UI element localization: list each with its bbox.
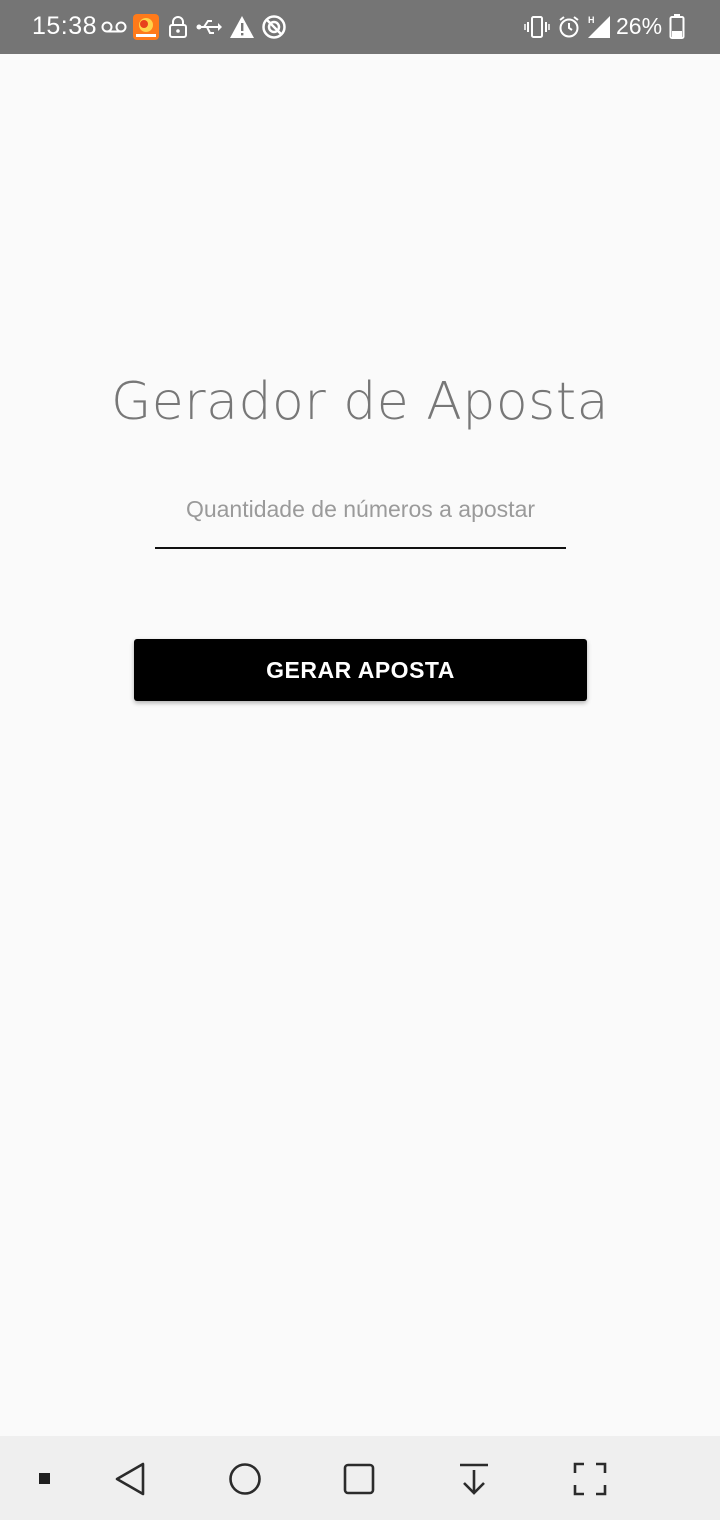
usb-icon: [196, 14, 222, 40]
fullscreen-icon[interactable]: [565, 1454, 615, 1504]
recents-icon[interactable]: [334, 1454, 384, 1504]
bet-quantity-field[interactable]: [155, 482, 566, 549]
svg-text:H: H: [588, 15, 595, 25]
voicemail-icon: [101, 14, 127, 40]
alarm-icon: [556, 14, 582, 40]
home-icon[interactable]: [220, 1454, 270, 1504]
vibrate-icon: [524, 14, 550, 40]
pull-down-icon[interactable]: [449, 1454, 499, 1504]
battery-percent: 26%: [616, 13, 663, 39]
status-bar: 15:38 H 26%: [0, 0, 720, 54]
navigation-bar: [0, 1436, 720, 1520]
bet-quantity-input[interactable]: [155, 482, 566, 547]
back-icon[interactable]: [105, 1454, 155, 1504]
page-title: Gerador de Aposta: [110, 372, 610, 432]
status-time: 15:38: [32, 12, 98, 40]
generate-bet-button[interactable]: GERAR APOSTA: [134, 639, 587, 701]
menu-dot-icon[interactable]: [20, 1454, 70, 1504]
battery-icon: [664, 14, 690, 40]
main-content: Gerador de Aposta GERAR APOSTA: [0, 54, 720, 1436]
signal-icon: H: [586, 14, 612, 40]
app-notification-icon: [133, 14, 159, 40]
lock-icon: [165, 14, 191, 40]
warning-icon: [229, 14, 255, 40]
data-saver-icon: [261, 14, 287, 40]
